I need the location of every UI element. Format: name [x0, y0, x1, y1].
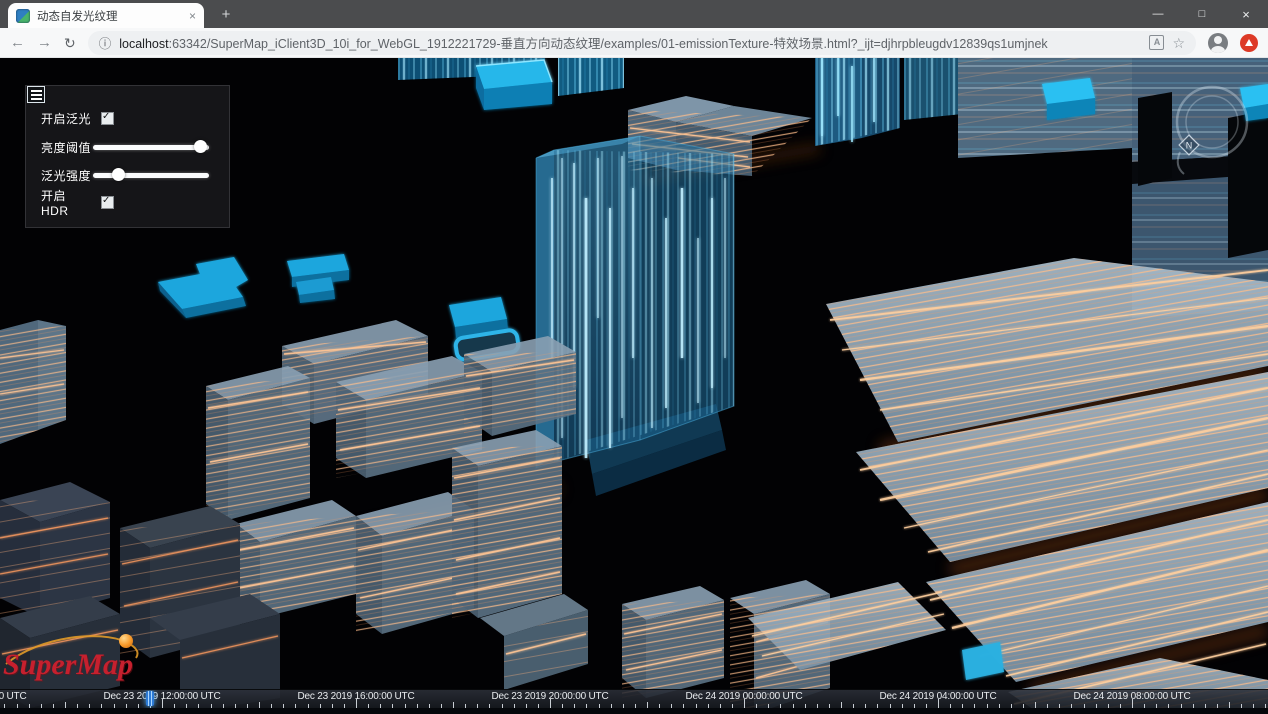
menu-toggle-button[interactable] — [27, 86, 45, 103]
window-controls: — □ × — [1136, 0, 1268, 28]
page-content: N SuperMap SuperMap 开启泛光 亮度阈值 — [0, 58, 1268, 714]
control-panel: 开启泛光 亮度阈值 泛光强度 开启HDR — [25, 85, 230, 228]
new-tab-button[interactable]: + — [214, 5, 238, 25]
slider-track[interactable] — [93, 145, 209, 150]
bookmark-star-icon[interactable]: ☆ — [1172, 36, 1185, 50]
compass-north-label: N — [1186, 141, 1193, 151]
slider-track[interactable] — [93, 173, 209, 178]
timeline-current-time-marker[interactable] — [146, 691, 154, 706]
close-button[interactable]: × — [1224, 0, 1268, 28]
forward-icon[interactable]: → — [37, 35, 52, 50]
logo-text: SuperMap — [3, 648, 133, 681]
profile-avatar[interactable] — [1208, 33, 1228, 53]
timeline-tick — [356, 699, 357, 708]
slider-thumb[interactable] — [112, 168, 125, 181]
timeline-tick — [550, 699, 551, 708]
bloom-toggle-label: 开启泛光 — [41, 110, 91, 127]
bottom-strip — [0, 708, 1268, 714]
maximize-button[interactable]: □ — [1180, 0, 1224, 28]
tab-close-icon[interactable]: × — [189, 9, 196, 23]
timeline-tick — [1132, 699, 1133, 708]
timeline-tick — [744, 699, 745, 708]
bloom-toggle-row: 开启泛光 — [41, 108, 221, 128]
timeline-tick — [938, 699, 939, 708]
brightness-threshold-slider[interactable] — [93, 140, 209, 154]
hdr-toggle-label: 开启HDR — [41, 187, 91, 218]
timeline-tick — [162, 699, 163, 708]
page-info-icon[interactable]: ⓘ — [99, 33, 112, 52]
url-bar[interactable]: ⓘ localhost:63342/SuperMap_iClient3D_10i… — [88, 31, 1196, 55]
browser-tab[interactable]: 动态自发光纹理 × — [8, 3, 204, 28]
hero-tower — [536, 136, 734, 496]
brightness-threshold-row: 亮度阈值 — [41, 137, 221, 157]
url-host: localhost — [119, 37, 168, 51]
browser-window: 动态自发光纹理 × + — □ × ← → ↻ ⓘ localhost:6334… — [0, 0, 1268, 714]
slider-thumb[interactable] — [194, 140, 207, 153]
url-text: localhost:63342/SuperMap_iClient3D_10i_f… — [119, 33, 1141, 52]
bloom-intensity-label: 泛光强度 — [41, 167, 91, 184]
timeline-tick-label: Dec 23 2019 08:00:00 UTC — [0, 691, 26, 702]
cyan-slab-top — [476, 60, 552, 110]
bloom-intensity-slider[interactable] — [93, 168, 209, 182]
bloom-intensity-row: 泛光强度 — [41, 165, 221, 185]
minimize-button[interactable]: — — [1136, 0, 1180, 28]
tab-title: 动态自发光纹理 — [37, 8, 183, 24]
extension-icon[interactable] — [1240, 34, 1258, 52]
back-icon[interactable]: ← — [10, 35, 25, 50]
favicon-icon — [16, 9, 30, 23]
url-path: :63342/SuperMap_iClient3D_10i_for_WebGL_… — [169, 37, 1048, 51]
bloom-checkbox[interactable] — [101, 112, 114, 125]
hdr-checkbox[interactable] — [101, 196, 114, 209]
logo-orb-icon — [119, 634, 133, 648]
translate-icon[interactable]: A — [1149, 35, 1164, 50]
cyan-slab-right — [1042, 78, 1095, 120]
brightness-threshold-label: 亮度阈值 — [41, 139, 91, 156]
timeline-bar[interactable]: Dec 23 2019 08:00:00 UTCDec 23 2019 12:0… — [0, 689, 1268, 708]
hdr-toggle-row: 开启HDR — [41, 192, 221, 212]
browser-toolbar: ← → ↻ ⓘ localhost:63342/SuperMap_iClient… — [0, 28, 1268, 58]
titlebar: 动态自发光纹理 × + — □ × — [0, 0, 1268, 28]
reload-icon[interactable]: ↻ — [64, 36, 76, 50]
